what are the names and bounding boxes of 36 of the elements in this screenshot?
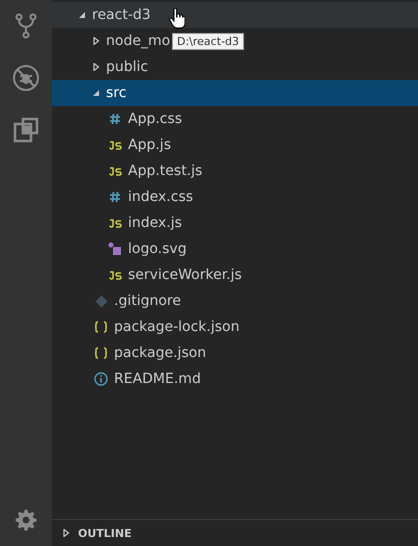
collapsed-arrow-icon[interactable] <box>92 37 100 45</box>
file-item[interactable]: package-lock.json <box>52 314 242 340</box>
folder-item[interactable]: node_mo <box>52 28 172 54</box>
folder-item[interactable]: src <box>52 80 418 106</box>
folder-item[interactable]: public <box>52 54 150 80</box>
file-item[interactable]: serviceWorker.js <box>52 262 244 288</box>
path-tooltip: D:\react-d3 <box>172 33 244 50</box>
collapsed-arrow-icon[interactable] <box>92 63 100 71</box>
file-item[interactable]: App.test.js <box>52 158 204 184</box>
braces-icon <box>94 321 108 333</box>
diamond-icon <box>94 294 108 308</box>
hash-icon <box>108 191 122 203</box>
file-item[interactable]: logo.svg <box>52 236 189 262</box>
file-item[interactable]: App.css <box>52 106 184 132</box>
js-file-icon <box>108 166 122 176</box>
file-item[interactable]: README.md <box>52 366 203 392</box>
settings-icon[interactable] <box>14 508 38 532</box>
extensions-icon[interactable] <box>12 116 40 144</box>
hash-icon <box>108 113 122 125</box>
file-item[interactable]: index.js <box>52 210 184 236</box>
js-file-icon <box>108 218 122 228</box>
collapsed-arrow-icon[interactable] <box>62 529 70 537</box>
file-item[interactable]: .gitignore <box>52 288 183 314</box>
expanded-arrow-icon[interactable] <box>92 89 100 97</box>
info-icon <box>94 372 108 386</box>
file-item[interactable]: App.js <box>52 132 173 158</box>
folder-item[interactable]: react-d3 <box>52 2 418 28</box>
expanded-arrow-icon[interactable] <box>78 11 86 19</box>
no-bug-icon[interactable] <box>12 64 40 92</box>
file-item[interactable]: package.json <box>52 340 208 366</box>
braces-icon <box>94 347 108 359</box>
file-item[interactable]: index.css <box>52 184 196 210</box>
image-file-icon <box>108 242 122 256</box>
js-file-icon <box>108 140 122 150</box>
js-file-icon <box>108 270 122 280</box>
hand-cursor-icon <box>169 8 185 30</box>
